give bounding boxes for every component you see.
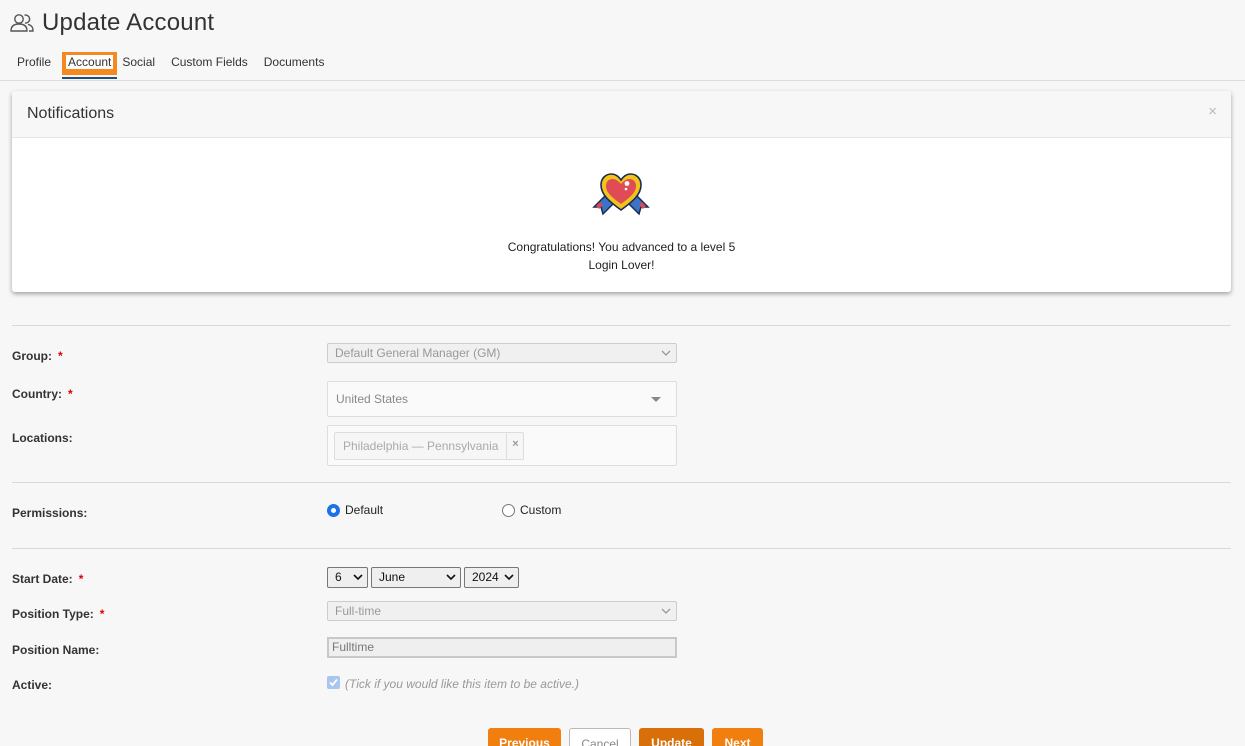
notifications-panel: Notifications × Congratulations! You adv… (12, 91, 1231, 292)
permission-default-label: Default (345, 503, 384, 517)
tab-profile[interactable]: Profile (12, 52, 56, 73)
active-hint: (Tick if you would like this item to be … (345, 677, 579, 691)
tab-custom-fields[interactable]: Custom Fields (166, 52, 253, 73)
chip-remove-icon[interactable]: × (506, 433, 523, 459)
position-name-label: Position Name: (12, 643, 100, 657)
permission-custom-radio[interactable] (502, 503, 515, 517)
country-select[interactable]: United States (327, 381, 677, 417)
next-button[interactable]: Next (712, 728, 763, 746)
chevron-down-icon (445, 568, 457, 593)
start-day-select[interactable]: 6 (327, 567, 368, 588)
start-year-select[interactable]: 2024 (464, 567, 519, 588)
start-day-value: 6 (335, 570, 342, 584)
notification-message: Congratulations! You advanced to a level… (12, 238, 1231, 274)
section-divider (12, 482, 1231, 483)
tab-account-label: Account (66, 55, 114, 69)
permission-default-radio[interactable] (327, 503, 340, 517)
active-checkbox[interactable] (327, 676, 340, 689)
active-label: Active: (12, 678, 53, 692)
position-type-label-text: Position Type: (12, 607, 94, 621)
locations-input[interactable]: Philadelphia — Pennsylvania × (327, 425, 677, 466)
group-label-text: Group: (12, 349, 52, 363)
users-icon (8, 9, 36, 37)
location-chip: Philadelphia — Pennsylvania × (334, 432, 525, 460)
permission-default-option[interactable]: Default (327, 503, 383, 517)
chevron-down-icon (660, 344, 672, 367)
required-marker: * (58, 349, 63, 363)
start-date-label-text: Start Date: (12, 572, 73, 586)
position-type-select[interactable]: Full-time (327, 601, 677, 621)
chevron-down-icon (503, 568, 515, 593)
tab-social[interactable]: Social (117, 52, 160, 73)
chevron-down-icon (352, 568, 364, 593)
tab-documents[interactable]: Documents (259, 52, 330, 73)
start-month-value: June (379, 570, 406, 584)
notification-message-line2: Login Lover! (588, 258, 655, 272)
close-icon[interactable]: × (1208, 104, 1217, 120)
permission-custom-label: Custom (520, 503, 562, 517)
tabs-divider (0, 80, 1245, 81)
page-header: Update Account (8, 6, 214, 40)
start-month-select[interactable]: June (371, 567, 461, 588)
permissions-label: Permissions: (12, 506, 88, 520)
locations-label: Locations: (12, 431, 73, 445)
section-divider (12, 325, 1231, 326)
group-select-value: Default General Manager (GM) (335, 346, 501, 360)
section-divider (12, 548, 1231, 549)
required-marker: * (68, 387, 73, 401)
caret-down-icon (651, 397, 661, 402)
checkmark-icon (329, 678, 338, 687)
heart-ribbon-badge-icon (590, 169, 652, 217)
location-chip-label: Philadelphia — Pennsylvania (343, 439, 499, 453)
required-marker: * (99, 607, 105, 621)
cancel-button[interactable]: Cancel (569, 728, 631, 746)
chevron-down-icon (660, 602, 672, 625)
position-type-label: Position Type: * (12, 607, 104, 621)
page-title: Update Account (42, 9, 215, 36)
position-name-input[interactable]: Fulltime (327, 637, 677, 658)
country-label-text: Country: (12, 387, 62, 401)
start-date-label: Start Date: * (12, 572, 83, 586)
country-label: Country: * (12, 387, 73, 401)
tab-bar: Profile Account Social Custom Fields Doc… (12, 52, 335, 80)
start-year-value: 2024 (472, 570, 499, 584)
update-button[interactable]: Update (639, 728, 704, 746)
notification-message-line1: Congratulations! You advanced to a level… (507, 240, 736, 254)
required-marker: * (78, 572, 84, 586)
position-type-value: Full-time (335, 604, 382, 618)
group-select[interactable]: Default General Manager (GM) (327, 343, 677, 363)
group-label: Group: * (12, 349, 63, 363)
previous-button[interactable]: Previous (488, 728, 561, 746)
notifications-header: Notifications × (12, 91, 1231, 138)
permission-custom-option[interactable]: Custom (502, 503, 561, 517)
country-select-value: United States (336, 392, 409, 406)
notifications-title: Notifications (27, 105, 115, 122)
tab-account[interactable]: Account (62, 52, 118, 79)
